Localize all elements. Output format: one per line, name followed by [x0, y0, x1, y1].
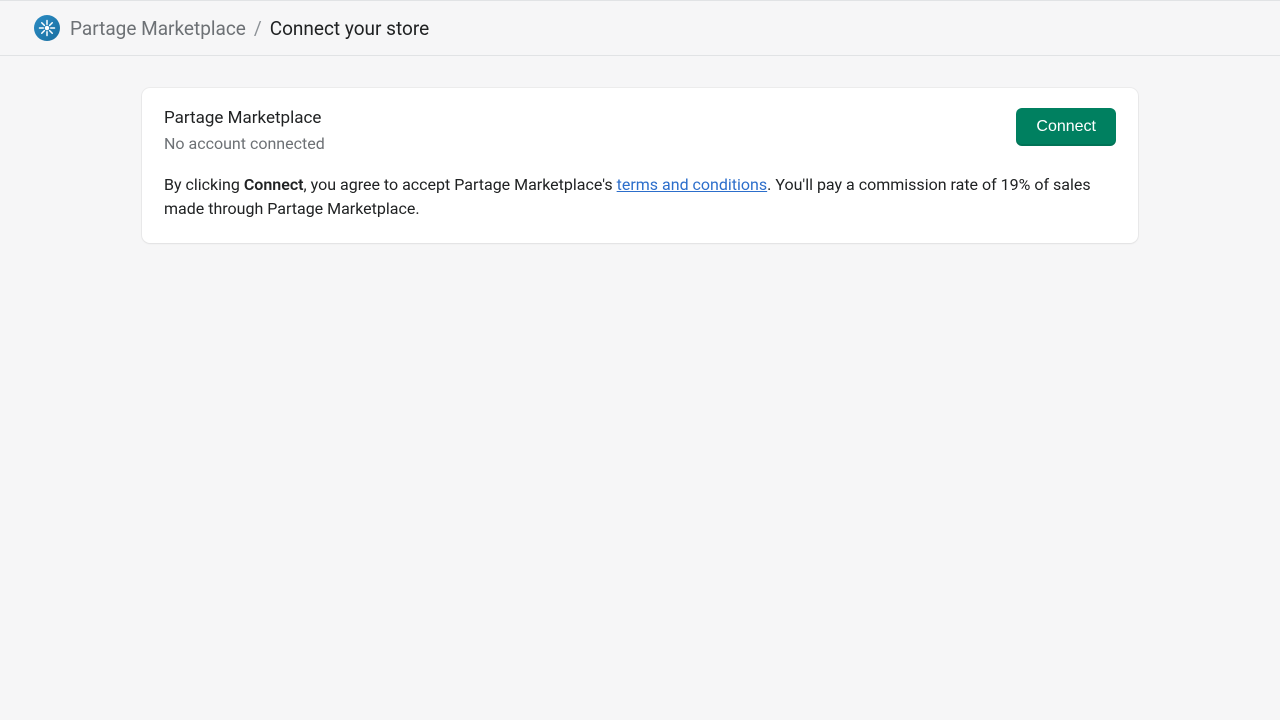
agreement-prefix: By clicking: [164, 175, 244, 194]
agreement-bold-word: Connect: [244, 175, 304, 194]
breadcrumb-parent[interactable]: Partage Marketplace: [70, 17, 246, 40]
breadcrumb-separator: /: [254, 17, 262, 40]
breadcrumb: Partage Marketplace / Connect your store: [70, 17, 429, 40]
card-subtitle: No account connected: [164, 134, 325, 153]
card-title: Partage Marketplace: [164, 108, 325, 128]
breadcrumb-current: Connect your store: [270, 17, 429, 40]
terms-and-conditions-link[interactable]: terms and conditions: [617, 175, 768, 194]
page-header: Partage Marketplace / Connect your store: [0, 0, 1280, 56]
card-header: Partage Marketplace No account connected…: [164, 108, 1116, 153]
card-title-block: Partage Marketplace No account connected: [164, 108, 325, 153]
partage-logo-icon: [34, 15, 60, 41]
connect-card: Partage Marketplace No account connected…: [142, 88, 1138, 243]
connect-button[interactable]: Connect: [1016, 108, 1116, 146]
agreement-text: By clicking Connect, you agree to accept…: [164, 173, 1116, 221]
main-content: Partage Marketplace No account connected…: [0, 56, 1280, 275]
agreement-mid1: , you agree to accept Partage Marketplac…: [304, 175, 617, 194]
